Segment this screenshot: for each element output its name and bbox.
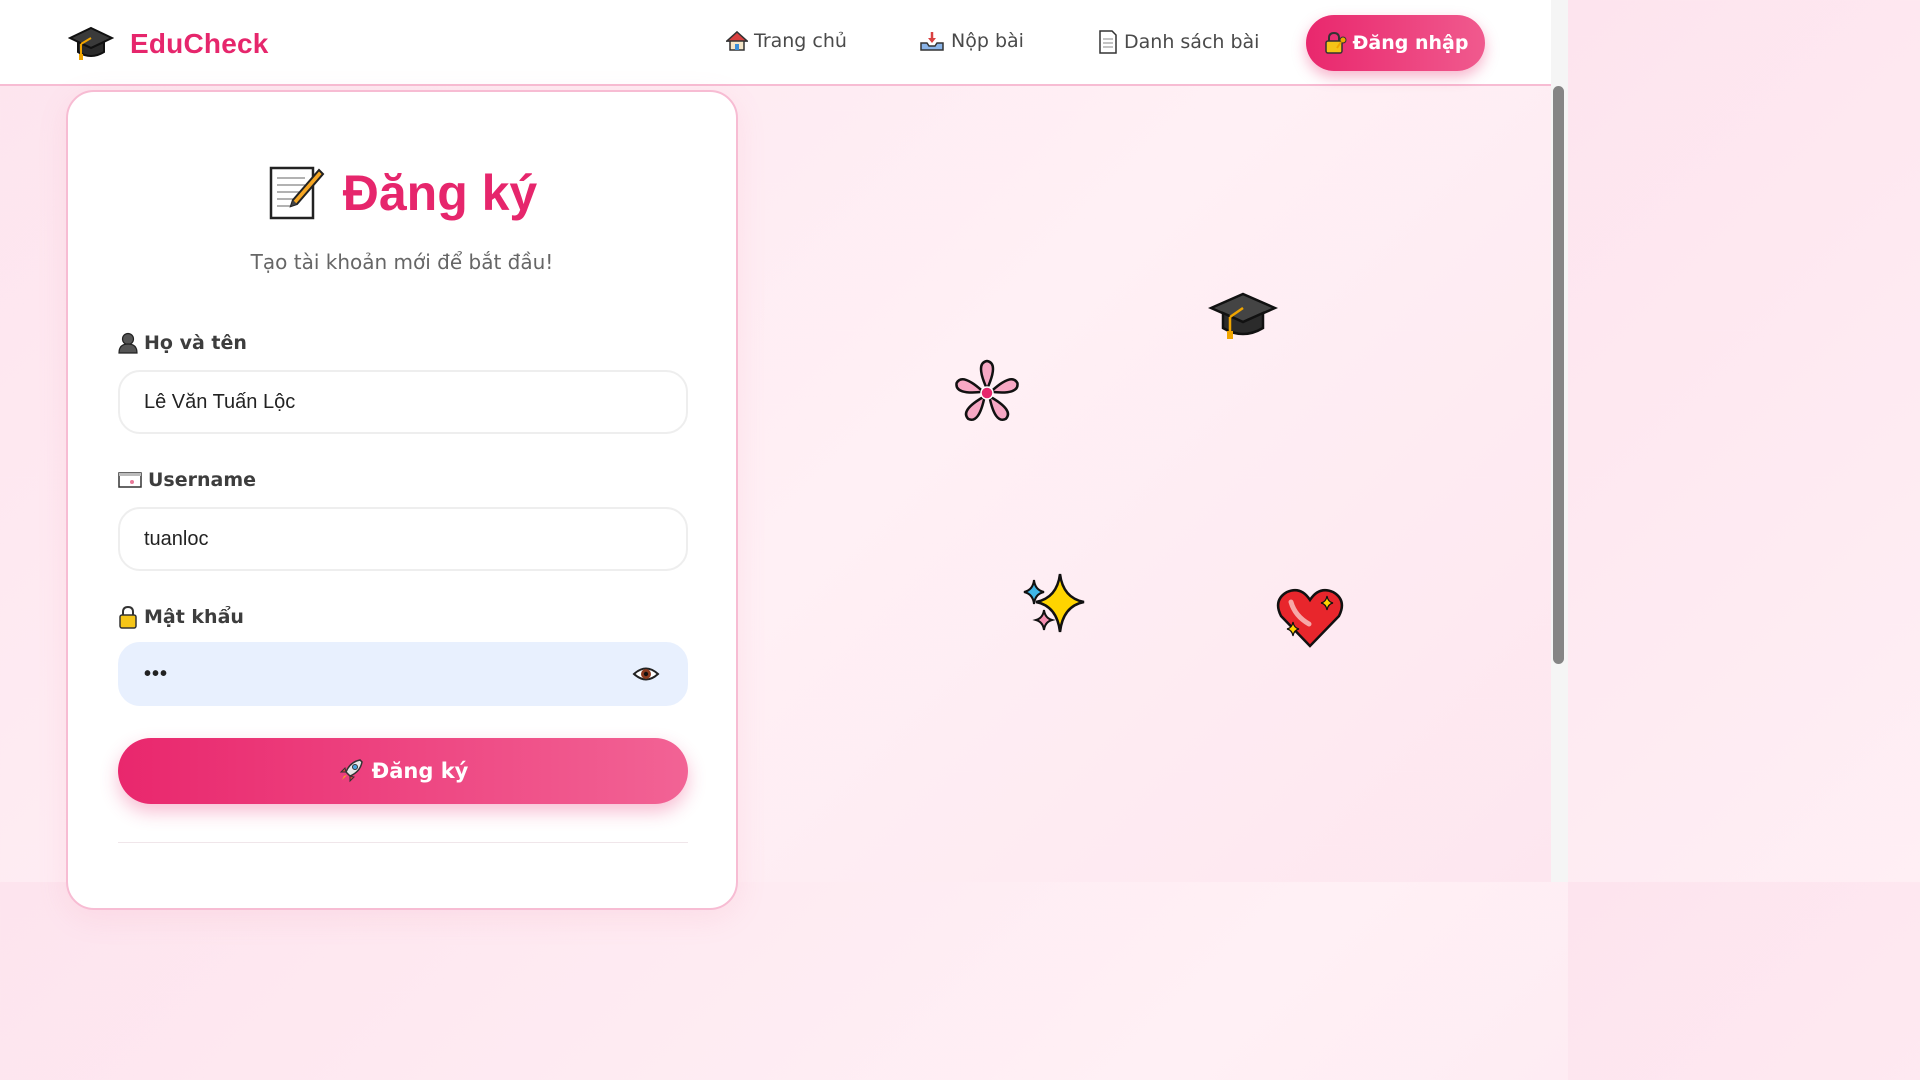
inbox-tray-icon	[920, 32, 944, 51]
sparkling-heart-icon	[1276, 589, 1344, 648]
form-title: Đăng ký	[68, 164, 736, 222]
password-label-text: Mật khẩu	[144, 606, 244, 628]
graduation-cap-icon	[1208, 292, 1278, 339]
scrollbar-thumb[interactable]	[1553, 86, 1564, 664]
graduation-cap-icon	[68, 26, 114, 60]
eye-icon[interactable]	[632, 663, 660, 691]
lock-with-key-icon	[1324, 31, 1347, 54]
username-input[interactable]: tuanloc	[118, 507, 688, 571]
fullname-label-text: Họ và tên	[144, 332, 247, 354]
nav-list[interactable]: Danh sách bài	[1098, 30, 1259, 54]
password-label: Mật khẩu	[118, 605, 244, 629]
form-title-text: Đăng ký	[342, 165, 538, 221]
register-button[interactable]: Đăng ký	[118, 738, 688, 804]
nav-home-label: Trang chủ	[754, 30, 847, 52]
username-value: tuanloc	[144, 527, 209, 550]
nav-submit[interactable]: Nộp bài	[919, 30, 1024, 52]
fullname-label: Họ và tên	[118, 332, 247, 354]
login-button-label: Đăng nhập	[1352, 32, 1469, 54]
brand-name: EduCheck	[130, 28, 269, 59]
rocket-icon	[339, 759, 363, 783]
username-label-text: Username	[148, 469, 257, 491]
cherry-blossom-icon	[955, 359, 1019, 421]
password-value: •••	[144, 662, 169, 685]
nav-home[interactable]: Trang chủ	[726, 30, 847, 52]
sparkles-icon	[1023, 573, 1085, 633]
nav-submit-label: Nộp bài	[951, 30, 1024, 52]
password-input[interactable]: •••	[118, 642, 688, 706]
nav-list-label: Danh sách bài	[1124, 31, 1260, 53]
page-icon	[1099, 30, 1117, 54]
brand[interactable]: EduCheck	[68, 22, 269, 66]
register-button-label: Đăng ký	[371, 759, 469, 783]
divider	[118, 842, 688, 843]
login-button[interactable]: Đăng nhập	[1306, 15, 1485, 71]
form-subtitle: Tạo tài khoản mới để bắt đầu!	[250, 250, 554, 274]
top-navbar: EduCheck Trang chủ Nộp bài Danh sách bài	[0, 0, 1551, 86]
memo-icon	[269, 166, 325, 220]
lock-icon	[119, 605, 137, 629]
house-icon	[726, 30, 748, 51]
fullname-value: Lê Văn Tuấn Lộc	[144, 390, 296, 413]
bust-silhouette-icon	[118, 332, 138, 354]
id-card-icon	[118, 472, 142, 488]
fullname-input[interactable]: Lê Văn Tuấn Lộc	[118, 370, 688, 434]
register-card: Đăng ký Tạo tài khoản mới để bắt đầu! Họ…	[66, 90, 738, 910]
username-label: Username	[118, 469, 256, 491]
